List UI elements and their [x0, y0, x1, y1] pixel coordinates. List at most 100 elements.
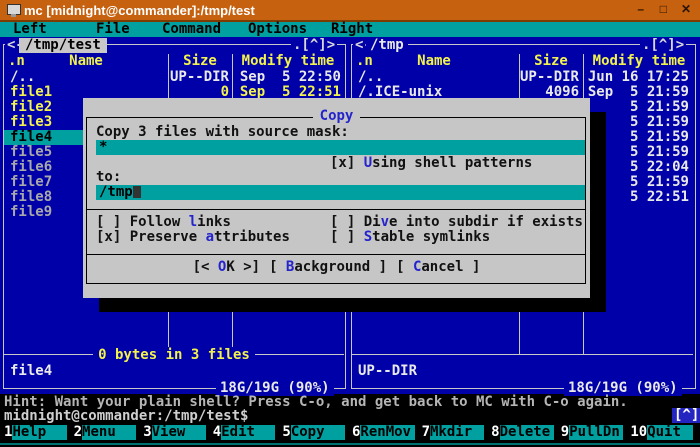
row-time: Sep 5 22:50 [233, 70, 341, 85]
copy-dialog: Copy Copy 3 files with source mask: * [x… [83, 98, 590, 298]
function-key-bar: 1Help 2Menu 3View 4Edit 5Copy 6RenMov 7M… [0, 424, 700, 440]
preserve-attributes-checkbox[interactable]: [x] Preserve attributes [96, 230, 290, 245]
fkey-pulldn[interactable]: 9PullDn [559, 425, 624, 440]
titlebar[interactable]: mc [midnight@commander]:/tmp/test – □ ✕ [0, 0, 700, 22]
row-time: 5 22:51 [581, 190, 689, 205]
fkey-copy[interactable]: 5Copy [280, 425, 345, 440]
table-row[interactable]: file7 [10, 175, 52, 190]
checkbox-text: ttributes [214, 229, 290, 245]
left-header-size[interactable]: Size [169, 54, 231, 69]
window-title: mc [midnight@commander]:/tmp/test [24, 3, 255, 18]
background-button[interactable]: [ Background ] [269, 260, 387, 275]
source-mask-input[interactable]: * [96, 140, 585, 155]
follow-links-checkbox[interactable]: [ ] Follow links [96, 215, 231, 230]
fkey-mkdir[interactable]: 7Mkdir [420, 425, 485, 440]
left-ministatus: file4 [10, 364, 52, 379]
table-row[interactable]: /.. [358, 70, 383, 85]
table-row[interactable]: file5 [10, 145, 52, 160]
left-header-name[interactable]: Name [4, 54, 168, 69]
left-summary-wrap: 0 bytes in 3 files [4, 348, 344, 363]
right-panel-up-button[interactable]: .[^]> [640, 38, 686, 53]
row-time: 5 21:59 [581, 175, 689, 190]
right-header-mtime[interactable]: Modify time [584, 54, 694, 69]
stable-symlinks-checkbox[interactable]: [ ] Stable symlinks [330, 230, 490, 245]
hotkey-letter: v [381, 214, 389, 230]
left-header-mtime[interactable]: Modify time [233, 54, 343, 69]
button-text: [ [269, 259, 286, 275]
fkey-number: 9 [559, 425, 569, 440]
dialog-title-wrap: Copy [83, 109, 590, 124]
ok-button[interactable]: [< OK >] [193, 260, 260, 275]
table-row[interactable]: file9 [10, 205, 52, 220]
right-header-size[interactable]: Size [520, 54, 582, 69]
right-panel-path[interactable]: /tmp [366, 38, 408, 53]
button-text: K >] [226, 259, 260, 275]
fkey-number: 4 [211, 425, 221, 440]
fkey-edit[interactable]: 4Edit [211, 425, 276, 440]
fkey-label: PullDn [569, 425, 623, 440]
fkey-label: View [152, 425, 206, 440]
menu-right[interactable]: Right [331, 22, 373, 37]
left-panel-up-button[interactable]: .[^]> [291, 38, 337, 53]
table-row[interactable]: file1 [10, 85, 52, 100]
table-row[interactable]: file3 [10, 115, 52, 130]
checkbox-text: [ ] Follow [96, 214, 189, 230]
row-time: 5 21:59 [581, 145, 689, 160]
fkey-number: 3 [141, 425, 151, 440]
shell-patterns-checkbox[interactable]: [x] Using shell patterns [330, 156, 532, 171]
command-prompt[interactable]: midnight@commander:/tmp/test$ [4, 409, 248, 424]
button-text: [ [396, 259, 413, 275]
hotkey-letter: S [364, 229, 372, 245]
fkey-label: Copy [291, 425, 345, 440]
table-row[interactable]: file8 [10, 190, 52, 205]
source-mask-label: Copy 3 files with source mask: [96, 125, 349, 140]
fkey-number: 7 [420, 425, 430, 440]
right-header-name[interactable]: Name [352, 54, 516, 69]
button-text: [< [193, 259, 218, 275]
fkey-number: 1 [2, 425, 12, 440]
table-row[interactable]: file6 [10, 160, 52, 175]
text-cursor [133, 186, 141, 198]
close-button[interactable]: ✕ [681, 2, 691, 17]
dialog-button-row: [< OK >] [ Background ] [ Cancel ] [83, 260, 590, 275]
fkey-label: Help [12, 425, 66, 440]
maximize-button[interactable]: □ [660, 2, 667, 17]
row-time: Sep 5 21:59 [581, 85, 689, 100]
row-size: UP--DIR [519, 70, 579, 85]
menu-file[interactable]: File [96, 22, 130, 37]
fkey-menu[interactable]: 2Menu [72, 425, 137, 440]
minimize-button[interactable]: – [637, 2, 644, 17]
fkey-help[interactable]: 1Help [2, 425, 67, 440]
button-text: ackground ] [294, 259, 387, 275]
fkey-label: RenMov [360, 425, 414, 440]
menu-command[interactable]: Command [162, 22, 221, 37]
fkey-view[interactable]: 3View [141, 425, 206, 440]
row-time: 5 21:59 [581, 100, 689, 115]
mc-window: mc [midnight@commander]:/tmp/test – □ ✕ … [0, 0, 700, 447]
fkey-label: Menu [82, 425, 136, 440]
dive-subdir-checkbox[interactable]: [ ] Dive into subdir if exists [330, 215, 583, 230]
fkey-number: 5 [280, 425, 290, 440]
destination-input[interactable]: /tmp [96, 185, 585, 200]
fkey-number: 6 [350, 425, 360, 440]
fkey-delete[interactable]: 8Delete [489, 425, 554, 440]
table-row[interactable]: file2 [10, 100, 52, 115]
fkey-number: 10 [628, 425, 647, 440]
fkey-quit[interactable]: 10Quit [628, 425, 693, 440]
checkbox-text: [x] Preserve [96, 229, 206, 245]
table-row[interactable]: /.. [10, 70, 35, 85]
left-selection-summary: 0 bytes in 3 files [93, 347, 255, 363]
scrollback-indicator[interactable]: [^] [672, 408, 700, 423]
right-ministatus: UP--DIR [358, 364, 417, 379]
destination-value: /tmp [99, 184, 133, 200]
cancel-button[interactable]: [ Cancel ] [396, 260, 480, 275]
fkey-renmov[interactable]: 6RenMov [350, 425, 415, 440]
row-size: UP--DIR [169, 70, 229, 85]
menu-options[interactable]: Options [248, 22, 307, 37]
hotkey-letter: a [206, 229, 214, 245]
left-panel-path[interactable]: /tmp/test [19, 38, 107, 53]
fkey-label: Mkdir [430, 425, 484, 440]
menu-left[interactable]: Left [13, 22, 47, 37]
row-time: Jun 16 17:25 [581, 70, 689, 85]
fkey-number: 2 [72, 425, 82, 440]
